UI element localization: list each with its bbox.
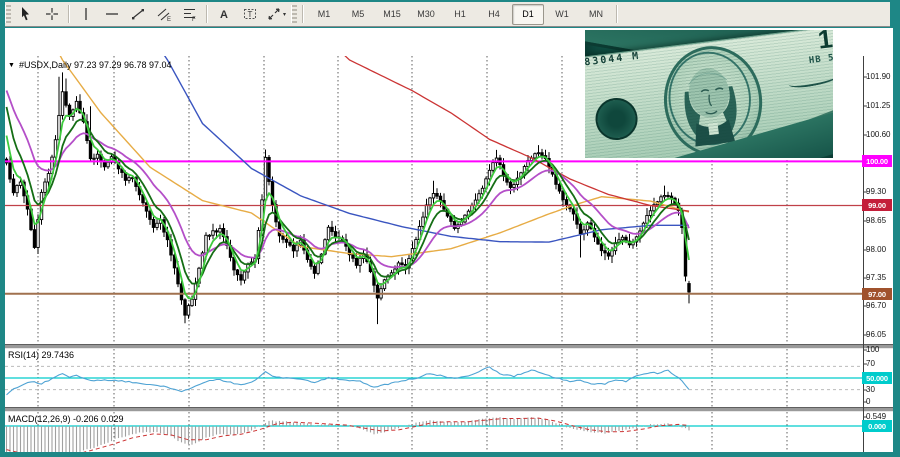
price-level-badge: 99.00	[862, 199, 892, 211]
toolbar-separator	[302, 5, 304, 23]
price-axis-tick: 100.60	[866, 130, 891, 139]
toolbar: E F A T ▾ M1 M5 M15 M30 H1 H4 D1 W1 MN	[0, 2, 890, 27]
rsi-axis-tick: 100	[866, 345, 880, 354]
price-level-badge: 100.00	[862, 155, 892, 167]
price-axis-tick: 99.30	[866, 187, 887, 196]
rsi-label: RSI(14) 29.7436	[8, 350, 75, 360]
price-axis-tick: 101.25	[866, 101, 891, 110]
price-axis-tick: 96.70	[866, 301, 887, 310]
timeframe-button-d1[interactable]: D1	[512, 3, 544, 25]
price-axis-tick: 98.00	[866, 245, 887, 254]
fibonacci-tool-button[interactable]: F	[177, 3, 203, 26]
timeframe-button-m1[interactable]: M1	[308, 4, 340, 25]
price-axis-tick: 101.90	[866, 72, 891, 81]
bill-denomination: 100	[816, 30, 833, 55]
terminal-window: E F A T ▾ M1 M5 M15 M30 H1 H4 D1 W1 MN ▼ #USDX,Daily 9…	[0, 0, 900, 457]
cursor-tool-button[interactable]	[13, 3, 39, 26]
window-frame-left	[0, 0, 5, 457]
symbol-title: ▼ #USDX,Daily 97.23 97.29 96.78 97.04	[8, 60, 172, 70]
rsi-axis-tick: 0	[866, 397, 871, 406]
toolbar-separator	[206, 5, 208, 23]
symbol-marker-icon: ▼	[8, 62, 15, 69]
horizontal-line-tool-button[interactable]	[99, 3, 125, 26]
window-frame-bottom	[0, 452, 900, 457]
macd-level-badge: 0.000	[862, 420, 892, 432]
chevron-down-icon: ▾	[282, 11, 286, 18]
svg-text:T: T	[248, 10, 253, 19]
equidistant-channel-tool-button[interactable]: E	[151, 3, 177, 26]
macd-label: MACD(12,26,9) -0.206 0.029	[8, 414, 124, 424]
timeframe-button-mn[interactable]: MN	[580, 4, 612, 25]
symbol-title-text: #USDX,Daily 97.23 97.29 96.78 97.04	[18, 60, 172, 70]
price-axis-tick: 98.65	[866, 216, 887, 225]
timeframe-button-h4[interactable]: H4	[478, 4, 510, 25]
timeframe-button-m5[interactable]: M5	[342, 4, 374, 25]
toolbar-grip[interactable]	[291, 5, 297, 23]
text-label-tool-button[interactable]: T	[237, 3, 263, 26]
window-frame-top	[0, 0, 900, 2]
text-tool-button[interactable]: A	[211, 3, 237, 26]
svg-text:E: E	[167, 17, 171, 22]
trend-line-tool-button[interactable]	[125, 3, 151, 26]
toolbar-grip[interactable]	[5, 5, 11, 23]
rsi-axis-tick: 70	[866, 359, 875, 368]
dollar-bill-photo: 283044 M 100 HB 5728	[585, 30, 833, 158]
svg-text:F: F	[192, 17, 196, 22]
timeframe-button-w1[interactable]: W1	[546, 4, 578, 25]
price-axis-tick: 96.05	[866, 330, 887, 339]
rsi-level-badge: 50.000	[862, 372, 892, 384]
chart-window: ▼ #USDX,Daily 97.23 97.29 96.78 97.04 RSI…	[0, 28, 900, 457]
svg-text:A: A	[220, 9, 228, 21]
timeframe-button-m30[interactable]: M30	[410, 4, 442, 25]
window-frame-right	[893, 0, 900, 457]
arrows-tool-button[interactable]: ▾	[263, 3, 289, 26]
toolbar-separator	[616, 5, 618, 23]
timeframe-button-h1[interactable]: H1	[444, 4, 476, 25]
bill-serial-number: 283044 M	[585, 50, 641, 70]
crosshair-tool-button[interactable]	[39, 3, 65, 26]
toolbar-separator	[68, 5, 70, 23]
rsi-axis-tick: 30	[866, 385, 875, 394]
federal-reserve-seal	[593, 95, 640, 143]
timeframe-button-m15[interactable]: M15	[376, 4, 408, 25]
bill-signature	[787, 68, 833, 91]
price-axis-tick: 97.35	[866, 273, 887, 282]
price-level-badge: 97.00	[862, 288, 892, 300]
vertical-line-tool-button[interactable]	[73, 3, 99, 26]
